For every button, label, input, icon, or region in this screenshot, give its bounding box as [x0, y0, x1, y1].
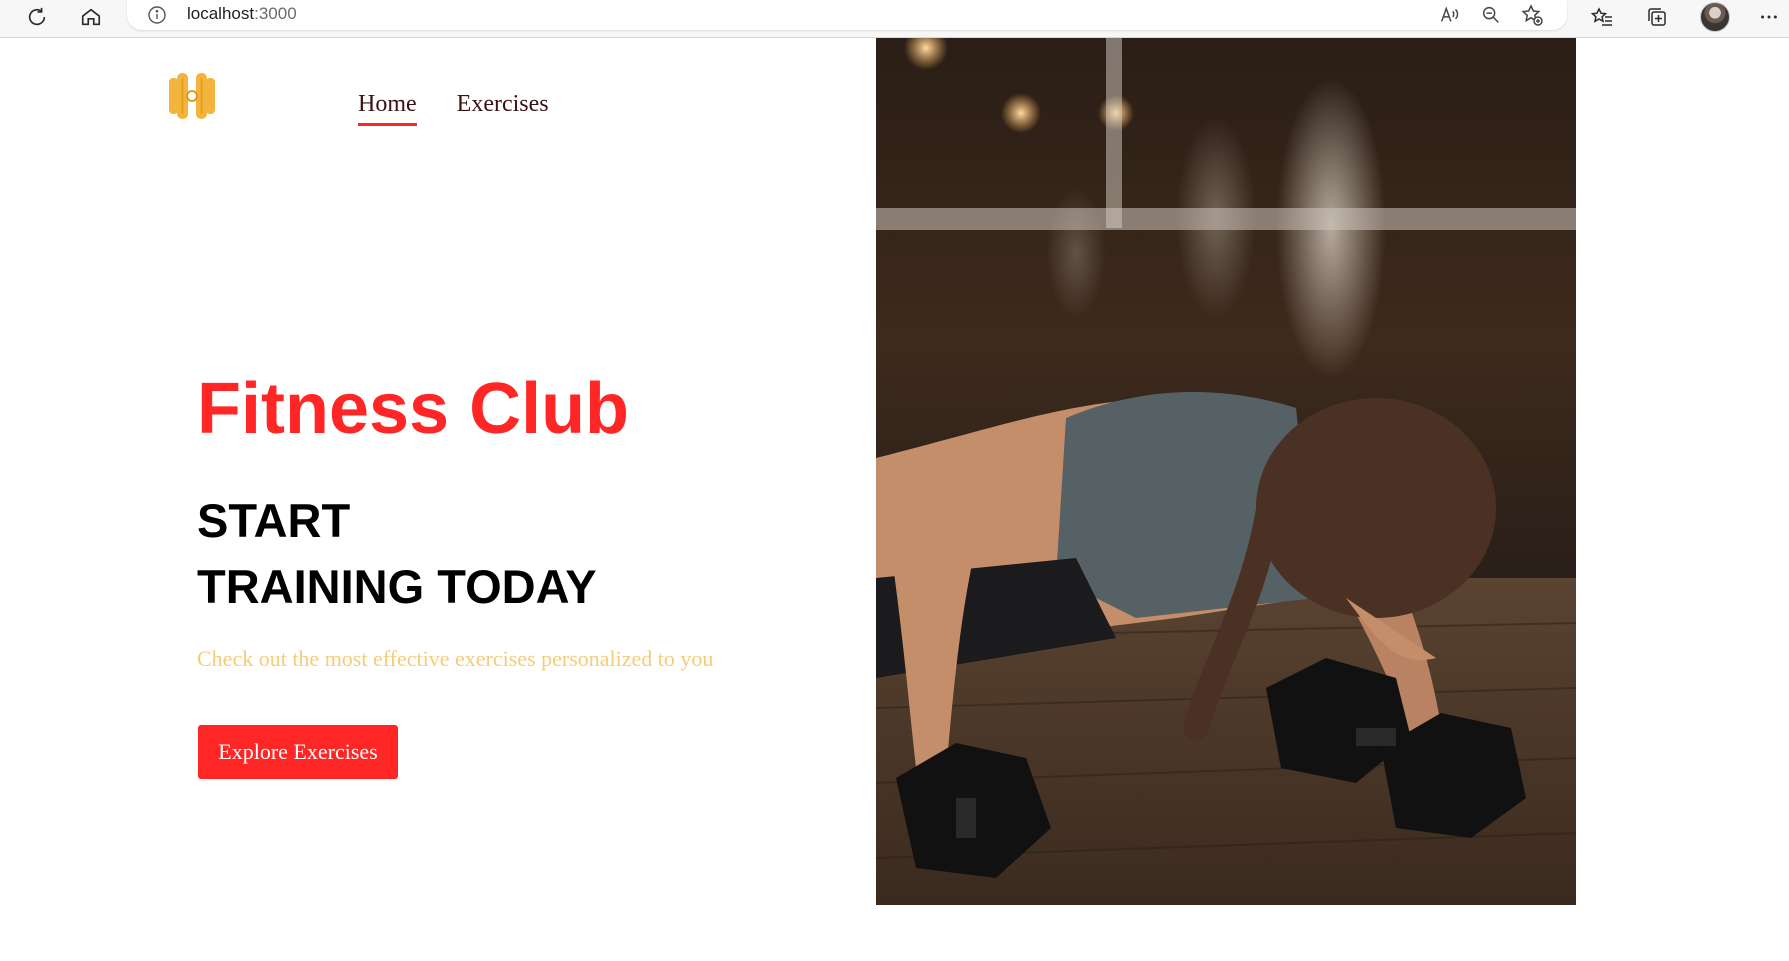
- read-aloud-icon[interactable]: [1432, 0, 1466, 30]
- hero-subtitle: Check out the most effective exercises p…: [197, 646, 714, 671]
- nav-exercises-link[interactable]: Exercises: [457, 91, 549, 118]
- dumbbell-logo-icon[interactable]: [167, 70, 217, 122]
- refresh-icon[interactable]: [20, 2, 54, 32]
- hero-banner-image: [876, 38, 1576, 905]
- browser-toolbar: localhost:3000: [0, 0, 1789, 38]
- zoom-out-icon[interactable]: [1474, 0, 1508, 30]
- favorites-icon[interactable]: [1585, 2, 1619, 32]
- nav-home-link[interactable]: Home: [358, 91, 417, 126]
- collections-icon[interactable]: [1640, 2, 1674, 32]
- favorite-add-icon[interactable]: [1515, 0, 1549, 30]
- main-nav: Home Exercises: [358, 91, 549, 126]
- address-bar[interactable]: localhost:3000: [127, 0, 1567, 30]
- page-content: Home Exercises Fitness Club START TRAINI…: [0, 38, 1789, 961]
- more-icon[interactable]: [1752, 2, 1786, 32]
- url-host: localhost: [187, 4, 255, 23]
- hero-title: Fitness Club: [197, 369, 630, 449]
- home-icon[interactable]: [74, 2, 108, 32]
- info-icon[interactable]: [147, 5, 167, 25]
- url-port: :3000: [254, 4, 297, 23]
- url-text[interactable]: localhost:3000: [187, 4, 297, 24]
- hero-heading-line1: START: [197, 494, 351, 547]
- explore-exercises-button[interactable]: Explore Exercises: [198, 725, 398, 779]
- hero-heading: START TRAINING TODAY: [197, 488, 597, 620]
- profile-avatar[interactable]: [1700, 2, 1730, 32]
- hero-heading-line2: TRAINING TODAY: [197, 560, 597, 613]
